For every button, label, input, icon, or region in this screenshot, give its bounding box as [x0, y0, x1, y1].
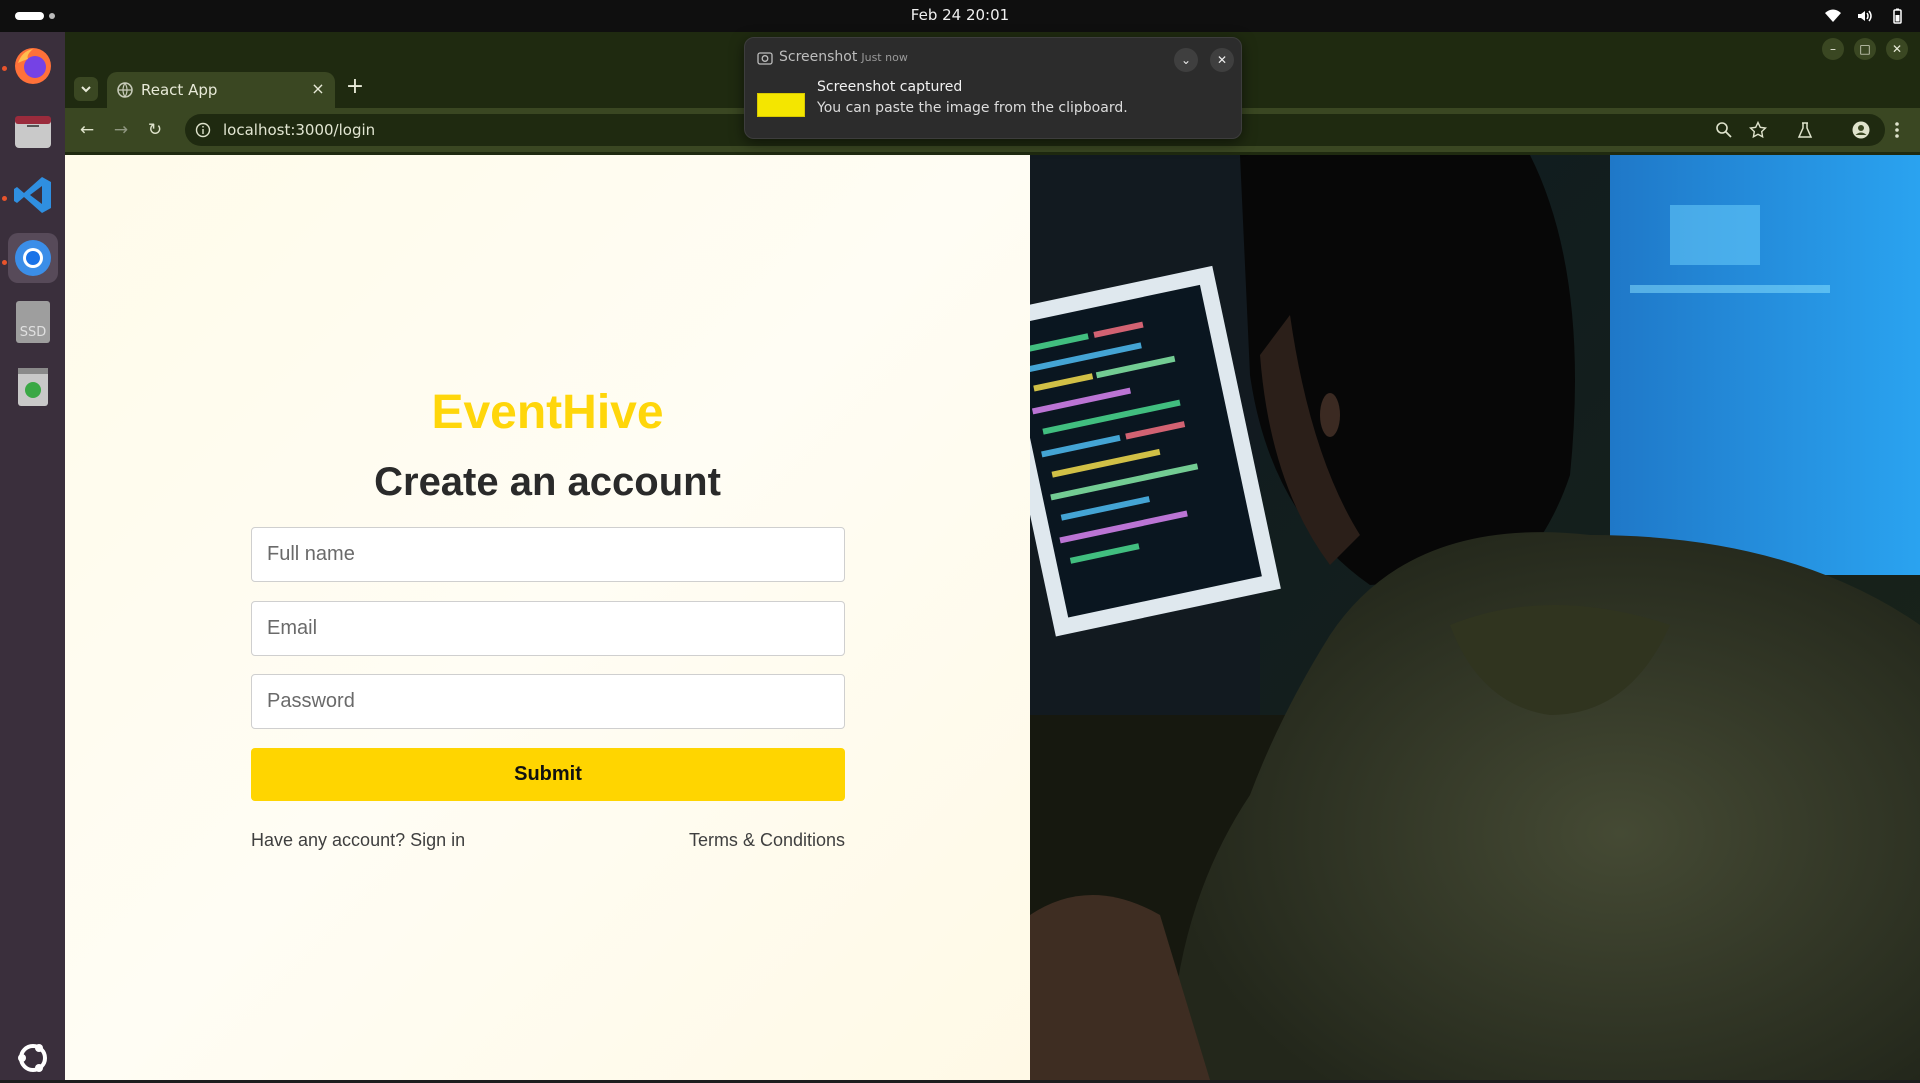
bookmark-star-icon[interactable] — [1746, 118, 1770, 142]
application-dock: SSD — [0, 32, 65, 1080]
profile-icon[interactable] — [1849, 118, 1873, 142]
ssd-label: SSD — [20, 325, 47, 340]
notification-body: You can paste the image from the clipboa… — [817, 100, 1128, 116]
notification-time: Just now — [861, 51, 908, 64]
minimize-button[interactable]: – — [1822, 38, 1844, 60]
chrome-icon[interactable] — [8, 233, 58, 283]
ssd-drive-icon[interactable]: SSD — [8, 297, 58, 347]
maximize-button[interactable]: □ — [1854, 38, 1876, 60]
forward-button[interactable]: → — [109, 118, 133, 142]
notification-title: Screenshot captured — [817, 79, 963, 95]
page-viewport: EventHive Create an account Submit Have … — [65, 155, 1920, 1080]
zoom-icon[interactable] — [1712, 118, 1736, 142]
submit-button[interactable]: Submit — [251, 748, 845, 801]
close-notification-button[interactable]: ✕ — [1210, 48, 1234, 72]
running-indicator — [2, 66, 7, 71]
full-name-input[interactable] — [251, 527, 845, 582]
notification-app-name: Screenshot Just now — [779, 49, 908, 65]
wifi-icon[interactable] — [1824, 7, 1842, 25]
close-window-button[interactable]: ✕ — [1886, 38, 1908, 60]
back-button[interactable]: ← — [75, 118, 99, 142]
files-icon[interactable] — [8, 106, 58, 156]
notification-app-label: Screenshot — [779, 49, 858, 65]
reload-button[interactable]: ↻ — [143, 118, 167, 142]
signup-panel: EventHive Create an account Submit Have … — [65, 155, 1030, 1080]
screenshot-thumbnail — [757, 93, 805, 117]
running-indicator — [2, 196, 7, 201]
close-tab-icon[interactable]: × — [309, 80, 327, 98]
url-text[interactable]: localhost:3000/login — [223, 121, 375, 139]
email-input[interactable] — [251, 601, 845, 656]
ubuntu-apps-icon[interactable] — [8, 1033, 58, 1083]
person-coding-photo — [1030, 155, 1920, 1080]
vscode-icon[interactable] — [8, 170, 58, 220]
running-indicator — [2, 260, 7, 265]
tab-search-button[interactable] — [74, 77, 98, 101]
expand-notification-button[interactable]: ⌄ — [1174, 48, 1198, 72]
signin-link[interactable]: Have any account? Sign in — [251, 830, 465, 851]
screenshot-notification[interactable]: Screenshot Just now ⌄ ✕ Screenshot captur… — [744, 37, 1242, 139]
browser-menu-icon[interactable] — [1885, 118, 1909, 142]
screenshot-app-icon — [757, 50, 773, 66]
hero-photo — [1030, 155, 1920, 1080]
terms-link[interactable]: Terms & Conditions — [689, 830, 845, 851]
tab-title: React App — [141, 81, 218, 99]
password-input[interactable] — [251, 674, 845, 729]
page-title: Create an account — [374, 460, 721, 504]
firefox-icon[interactable] — [8, 41, 58, 91]
system-tray[interactable] — [1824, 7, 1906, 25]
volume-icon[interactable] — [1856, 7, 1874, 25]
trash-icon[interactable] — [8, 361, 58, 411]
battery-icon[interactable] — [1888, 7, 1906, 25]
new-tab-button[interactable]: + — [345, 76, 365, 98]
labs-flask-icon[interactable] — [1793, 118, 1817, 142]
globe-icon — [117, 82, 133, 98]
site-info-icon[interactable] — [195, 122, 211, 138]
system-clock[interactable]: Feb 24 20:01 — [0, 6, 1920, 24]
brand-logo-text: EventHive — [431, 386, 664, 439]
system-top-bar: Feb 24 20:01 — [0, 0, 1920, 32]
tab-react-app[interactable]: React App × — [107, 72, 335, 108]
